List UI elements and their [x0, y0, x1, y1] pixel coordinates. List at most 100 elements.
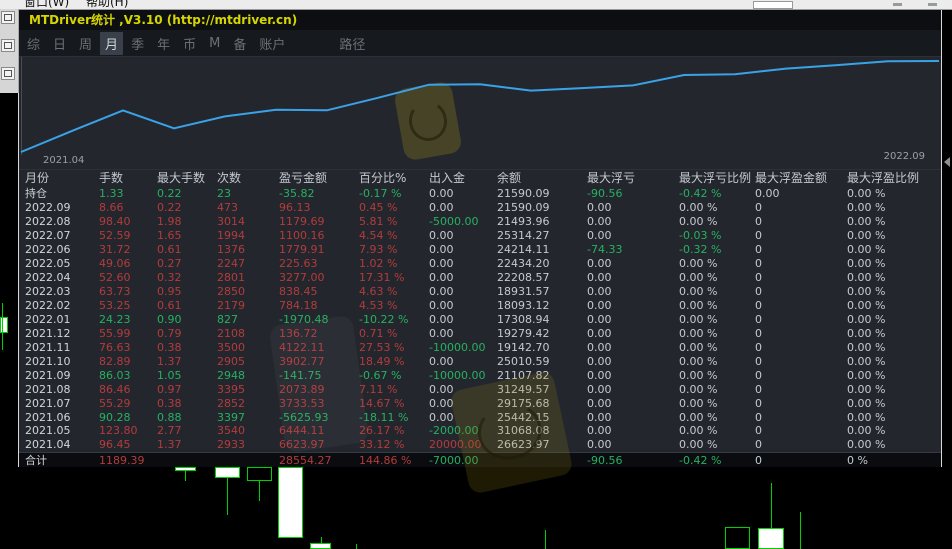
cell-lots: 52.59 [99, 229, 131, 243]
cell-balance: 18931.57 [497, 285, 550, 299]
menu-help[interactable]: 帮助(H) [86, 0, 128, 9]
cell-max-lots: 1.65 [157, 229, 182, 243]
cell-count: 2933 [217, 438, 245, 452]
cell-month: 2022.06 [25, 243, 71, 257]
cell-max-float-loss-ratio: 0.00 % [679, 201, 718, 215]
panel-titlebar[interactable]: MTDriver统计 ,V3.10 (http://mtdriver.cn) [19, 9, 941, 30]
table-row-2022.08[interactable]: 2022.08 98.40 1.98 3014 1179.69 5.81 % -5000.0… [19, 215, 941, 229]
table-row-2022.05[interactable]: 2022.05 49.06 0.27 2247 225.63 1.02 % 0.00 2243… [19, 257, 941, 271]
cell-max-float-loss-ratio: 0.00 % [679, 396, 718, 410]
cell-max-lots: 0.22 [157, 201, 182, 215]
cell-lots: 86.46 [99, 382, 131, 396]
toolbar-item-日[interactable]: 日 [48, 32, 71, 55]
cell-count: 1376 [217, 243, 245, 257]
toolbar-item-path[interactable]: 路径 [334, 32, 370, 55]
table-row-2021.09[interactable]: 2021.09 86.03 1.05 2948 -141.75 -0.67 % -10000… [19, 368, 941, 382]
cell-lots: 123.80 [99, 424, 138, 438]
cell-max-float-loss: 0.00 [587, 424, 612, 438]
header-max-float-profit-ratio: 最大浮盈比例 [847, 171, 920, 185]
table-row-持仓[interactable]: 持仓 1.33 0.22 23 -35.82 -0.17 % 0.00 21590.09 -90… [19, 185, 941, 201]
table-row-2022.07[interactable]: 2022.07 52.59 1.65 1994 1100.16 4.54 % 0.00 253… [19, 229, 941, 243]
cell-month: 持仓 [25, 187, 47, 200]
cell-max-lots: 1.98 [157, 215, 182, 229]
cell-max-float-loss-ratio: 0.00 % [679, 410, 718, 424]
toolbar-item-季[interactable]: 季 [126, 32, 149, 55]
table-row-2022.04[interactable]: 2022.04 52.60 0.32 2801 3277.00 17.31 % 0.00 22… [19, 271, 941, 285]
cell-month: 合计 [25, 454, 47, 467]
host-window-button[interactable] [893, 3, 902, 6]
cell-max-float-loss: 0.00 [587, 201, 612, 215]
cell-percent: -0.17 % [359, 186, 402, 200]
watermark-logo [268, 314, 370, 454]
cell-balance: 22434.20 [497, 257, 550, 271]
toolbar-item-月[interactable]: 月 [100, 31, 124, 55]
cell-max-float-profit: 0 [755, 410, 762, 424]
cell-month: 2021.09 [25, 368, 71, 382]
cell-count: 2801 [217, 271, 245, 285]
cell-percent: 7.93 % [359, 243, 398, 257]
menu-window[interactable]: 窗口(W) [24, 0, 69, 9]
cell-percent: -18.11 % [359, 410, 409, 424]
cell-percent: 17.31 % [359, 271, 405, 285]
cell-max-lots: 0.97 [157, 382, 182, 396]
cell-lots: 1189.39 [99, 453, 145, 467]
toolbar-item-M[interactable]: M [204, 34, 225, 53]
cell-max-float-loss: 0.00 [587, 229, 612, 243]
cell-deposit: 0.00 [429, 186, 454, 200]
cell-count: 473 [217, 201, 238, 215]
header-month: 月份 [25, 171, 50, 185]
scroll-left-arrow-icon[interactable] [944, 157, 950, 167]
cell-count: 2850 [217, 285, 245, 299]
screen: 窗口(W) 帮助(H) MTDriver统计 ,V3.10 (http://mt… [0, 0, 952, 549]
toolbar-item-综[interactable]: 综 [22, 32, 45, 55]
candle-body [247, 467, 272, 481]
cell-max-float-profit-ratio: 0.00 % [847, 201, 886, 215]
cell-max-float-loss: 0.00 [587, 354, 612, 368]
cell-max-float-loss: -90.56 [587, 186, 623, 200]
cell-max-float-loss: 0.00 [587, 340, 612, 354]
cell-max-float-loss-ratio: 0.00 % [679, 299, 718, 313]
cell-max-float-loss-ratio: -0.32 % [679, 243, 722, 257]
cell-percent: 7.11 % [359, 382, 398, 396]
side-toolbar-icon-3[interactable] [1, 67, 15, 80]
cell-balance: 24214.11 [497, 243, 550, 257]
table-row-2021.10[interactable]: 2021.10 82.89 1.37 2905 3902.77 18.49 % 0.00 25… [19, 354, 941, 368]
table-row-2022.02[interactable]: 2022.02 53.25 0.61 2179 784.18 4.53 % 0.00 1809… [19, 299, 941, 313]
toolbar-item-周[interactable]: 周 [74, 32, 97, 55]
side-toolbar-icon-2[interactable] [1, 39, 15, 52]
cell-max-float-loss: 0.00 [587, 299, 612, 313]
cell-pnl: 1100.16 [279, 229, 325, 243]
cell-month: 2022.07 [25, 229, 71, 243]
host-toolbar-input[interactable] [753, 1, 793, 9]
table-row-2021.11[interactable]: 2021.11 76.63 0.38 3500 4122.11 27.53 % -10000… [19, 340, 941, 354]
cell-max-float-profit-ratio: 0.00 % [847, 312, 886, 326]
cell-pnl: 28554.27 [279, 453, 332, 467]
toolbar-item-币[interactable]: 币 [178, 32, 201, 55]
cell-max-float-profit: 0 [755, 243, 762, 257]
cell-max-float-profit-ratio: 0.00 % [847, 396, 886, 410]
toolbar-item-年[interactable]: 年 [152, 32, 175, 55]
cell-lots: 55.29 [99, 396, 131, 410]
cell-max-lots: 1.05 [157, 368, 182, 382]
cell-month: 2021.08 [25, 382, 71, 396]
cell-month: 2022.01 [25, 312, 71, 326]
cell-deposit: 0.00 [429, 326, 454, 340]
side-toolbar-icon-1[interactable] [1, 11, 15, 24]
cell-max-float-profit-ratio: 0.00 % [847, 326, 886, 340]
cell-count: 2948 [217, 368, 245, 382]
table-row-2022.06[interactable]: 2022.06 31.72 0.61 1376 1779.91 7.93 % 0.00 242… [19, 243, 941, 257]
table-row-2022.03[interactable]: 2022.03 63.73 0.95 2850 838.45 4.63 % 0.00 1893… [19, 285, 941, 299]
table-row-2022.09[interactable]: 2022.09 8.66 0.22 473 96.13 0.45 % 0.00 21590.0… [19, 201, 941, 215]
table-row-2021.12[interactable]: 2021.12 55.99 0.79 2108 136.72 0.71 % 0.00 1927… [19, 326, 941, 340]
cell-lots: 82.89 [99, 354, 131, 368]
equity-curve-chart[interactable]: 2021.04 2022.09 [19, 57, 941, 169]
toolbar-item-备[interactable]: 备 [228, 32, 251, 55]
cell-month: 2021.06 [25, 410, 71, 424]
toolbar-item-账户[interactable]: 账户 [254, 32, 290, 55]
host-window-button[interactable] [928, 3, 937, 6]
cell-max-float-loss-ratio: 0.00 % [679, 354, 718, 368]
table-row-2022.01[interactable]: 2022.01 24.23 0.90 827 -1970.48 -10.22 % 0.00 1… [19, 313, 941, 327]
panel-toolbar: 综日周月季年币 M 备账户 路径 [19, 30, 941, 57]
table-body: 持仓 1.33 0.22 23 -35.82 -0.17 % 0.00 21590.09 -90… [19, 185, 941, 495]
right-edge-strip [942, 9, 952, 549]
